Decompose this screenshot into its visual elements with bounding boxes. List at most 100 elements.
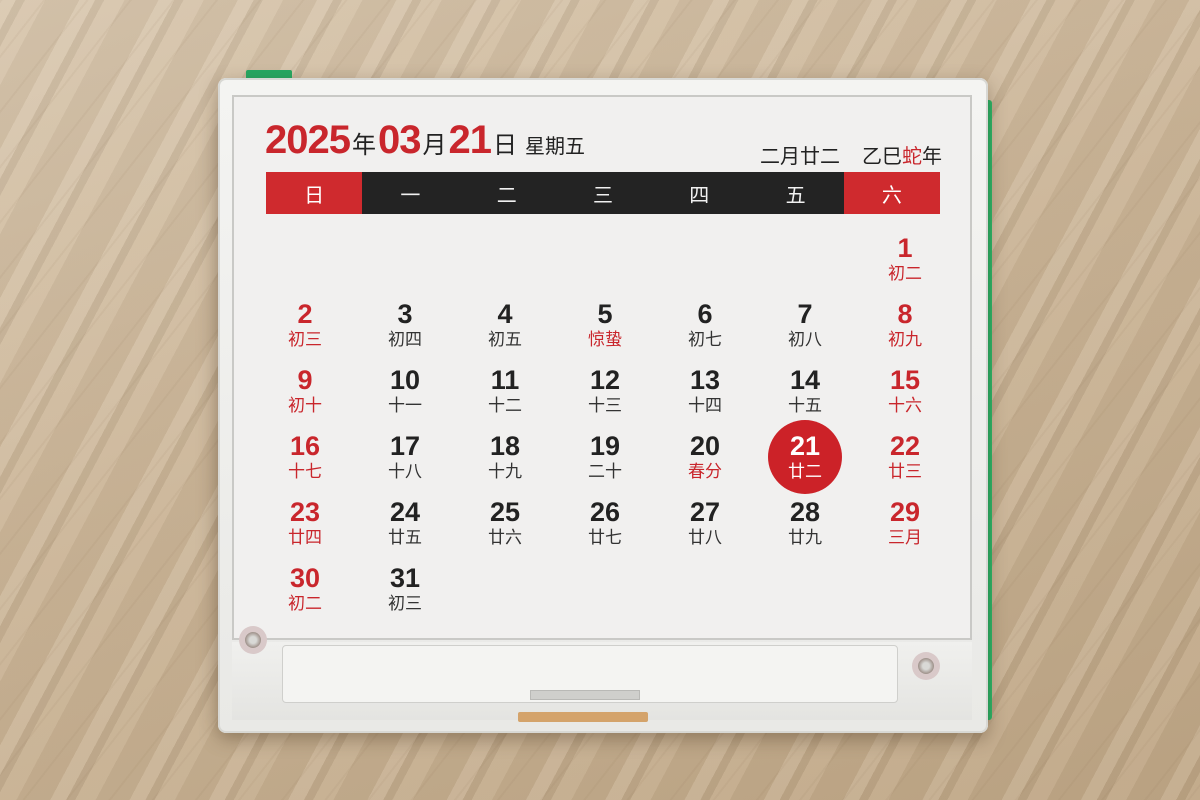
day-number: 8 [897, 299, 913, 329]
day-number: 9 [297, 365, 313, 395]
calendar-empty-cell [555, 556, 655, 622]
day-number: 21 [448, 118, 491, 162]
calendar-day-cell: 15 十六 [855, 358, 955, 424]
calendar-day-cell: 8 初九 [855, 292, 955, 358]
calendar-empty-cell [755, 226, 855, 292]
lunar-day-label: 二十 [588, 462, 622, 482]
calendar-day-cell: 4 初五 [455, 292, 555, 358]
calendar-day-cell: 7 初八 [755, 292, 855, 358]
day-number: 23 [289, 497, 321, 527]
lunar-day-label: 初三 [388, 594, 422, 614]
year-unit: 年 [351, 131, 376, 159]
lunar-day-label: 初五 [488, 330, 522, 350]
lunar-day-label: 十六 [888, 396, 922, 416]
calendar-empty-cell [455, 556, 555, 622]
lunar-day-label: 初八 [788, 330, 822, 350]
calendar-day-cell: 14 十五 [755, 358, 855, 424]
day-number: 18 [489, 431, 521, 461]
day-number: 28 [789, 497, 821, 527]
weekday-wed: 三 [554, 172, 652, 214]
calendar-day-cell: 29 三月 [855, 490, 955, 556]
calendar-day-cell: 28 廿九 [755, 490, 855, 556]
day-number: 24 [389, 497, 421, 527]
weekday-tue: 二 [458, 172, 555, 214]
calendar-day-cell: 18 十九 [455, 424, 555, 490]
weekday-fri: 五 [747, 172, 844, 214]
calendar-day-cell: 2 初三 [255, 292, 355, 358]
day-number: 16 [289, 431, 321, 461]
lunar-day-label: 十九 [488, 462, 522, 482]
lunar-day-label: 十三 [588, 396, 622, 416]
day-number: 5 [597, 299, 613, 329]
lunar-day-label: 十一 [388, 396, 422, 416]
day-number: 17 [389, 431, 421, 461]
day-number: 1 [897, 233, 913, 263]
lunar-day-label: 初二 [888, 264, 922, 284]
calendar-empty-cell [255, 226, 355, 292]
weekday-label: 星期五 [524, 134, 585, 158]
day-number: 22 [889, 431, 921, 461]
lunar-day-label: 廿三 [888, 462, 922, 482]
calendar-day-cell: 22 廿三 [855, 424, 955, 490]
month-unit: 月 [422, 131, 447, 159]
calendar-day-cell: 30 初二 [255, 556, 355, 622]
day-number: 21 [789, 431, 821, 461]
day-number: 7 [797, 299, 813, 329]
lunar-day-label: 廿八 [688, 528, 722, 548]
lunar-day-label: 十七 [288, 462, 322, 482]
day-number: 13 [689, 365, 721, 395]
day-number: 3 [397, 299, 413, 329]
calendar-day-cell: 20 春分 [655, 424, 755, 490]
day-number: 25 [489, 497, 521, 527]
day-number: 27 [689, 497, 721, 527]
calendar-empty-cell [655, 226, 755, 292]
day-number: 10 [389, 365, 421, 395]
weekday-sun: 日 [266, 172, 363, 214]
device-slot [530, 690, 640, 700]
lunar-day-label: 廿五 [388, 528, 422, 548]
lunar-day-label: 惊蛰 [588, 330, 622, 350]
day-number: 20 [689, 431, 721, 461]
calendar-empty-cell [355, 226, 455, 292]
lunar-day-label: 十五 [788, 396, 822, 416]
calendar-day-cell: 23 廿四 [255, 490, 355, 556]
month-number: 03 [377, 118, 421, 162]
ganzhi-prefix: 乙巳 [862, 144, 902, 168]
calendar-empty-cell [455, 226, 555, 292]
day-unit: 日 [492, 131, 517, 159]
day-number: 11 [490, 365, 520, 395]
calendar-empty-cell [855, 556, 955, 622]
calendar-day-cell: 10 十一 [355, 358, 455, 424]
calendar-empty-cell [655, 556, 755, 622]
weekday-thu: 四 [651, 172, 748, 214]
day-number: 31 [389, 563, 421, 593]
lunar-day-label: 十八 [388, 462, 422, 482]
calendar-day-cell: 27 廿八 [655, 490, 755, 556]
calendar-day-cell: 17 十八 [355, 424, 455, 490]
year-number: 2025 [265, 118, 351, 162]
lunar-day-label: 初四 [388, 330, 422, 350]
calendar-empty-cell [555, 226, 655, 292]
calendar-grid: 1 初二 2 初三 3 初四 4 初五 5 惊蛰 6 初七 7 初八 8 初九 9 初十 10 十一 11 十二 12 十三 1… [255, 226, 955, 622]
calendar-day-cell: 13 十四 [655, 358, 755, 424]
lunar-day-label: 廿七 [588, 528, 622, 548]
calendar-day-cell: 24 廿五 [355, 490, 455, 556]
calendar-day-cell: 11 十二 [455, 358, 555, 424]
calendar-day-cell: 9 初十 [255, 358, 355, 424]
day-number: 12 [589, 365, 621, 395]
lunar-day-label: 十四 [688, 396, 722, 416]
lunar-header: 二月廿二 乙巳蛇年 [760, 140, 942, 169]
lunar-day-label: 三月 [888, 528, 922, 548]
day-number: 26 [589, 497, 621, 527]
calendar-day-cell: 31 初三 [355, 556, 455, 622]
calendar-day-cell: 21 廿二 [755, 420, 855, 494]
current-date-header: 2025 年 03 月 21 日 星期五 [265, 118, 585, 164]
day-number: 19 [589, 431, 621, 461]
lunar-day-label: 初二 [288, 594, 322, 614]
screw-right [918, 658, 934, 674]
calendar-day-cell: 6 初七 [655, 292, 755, 358]
day-number: 6 [697, 299, 713, 329]
lunar-day-label: 廿九 [788, 528, 822, 548]
day-number: 30 [289, 563, 321, 593]
lunar-day-label: 廿六 [488, 528, 522, 548]
